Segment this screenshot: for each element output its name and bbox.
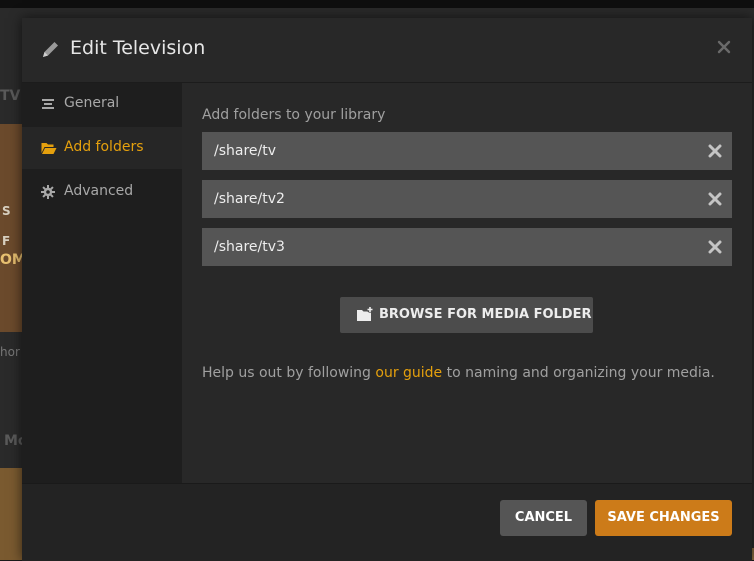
help-text: Help us out by following our guide to na…	[202, 365, 715, 381]
pencil-icon	[43, 42, 58, 57]
folder-open-icon	[41, 143, 57, 154]
folder-path-input[interactable]	[202, 180, 682, 218]
background-label: S	[2, 204, 11, 218]
folder-path-input[interactable]	[202, 132, 682, 170]
remove-folder-icon[interactable]	[708, 192, 722, 206]
background-poster	[0, 468, 22, 560]
background-poster: S F OM	[0, 124, 26, 332]
help-text-after: to naming and organizing your media.	[442, 365, 715, 381]
modal-header: Edit Television	[22, 18, 752, 83]
sidebar-item-general[interactable]: General	[22, 83, 182, 125]
edit-library-modal: Edit Television General Add folders Adva…	[22, 18, 752, 561]
sidebar-item-add-folders[interactable]: Add folders	[22, 127, 182, 169]
background-label: hor	[0, 345, 20, 359]
folders-panel: Add folders to your library /share/tv /s…	[182, 83, 752, 483]
sidebar-item-advanced[interactable]: Advanced	[22, 171, 182, 213]
list-icon	[42, 99, 54, 109]
browse-media-folder-button[interactable]: BROWSE FOR MEDIA FOLDER	[340, 297, 593, 333]
sidebar-item-label: General	[64, 95, 120, 111]
background-label: TV	[0, 88, 21, 104]
browse-button-label: BROWSE FOR MEDIA FOLDER	[379, 307, 592, 322]
modal-title: Edit Television	[70, 37, 206, 59]
background-label: F	[2, 234, 11, 248]
background-top-bar	[0, 0, 754, 8]
gear-icon	[41, 185, 55, 199]
cancel-button[interactable]: CANCEL	[500, 500, 587, 536]
sidebar-item-label: Add folders	[64, 139, 144, 155]
section-label: Add folders to your library	[202, 107, 386, 123]
folder-row	[202, 228, 732, 266]
sidebar-item-label: Advanced	[64, 183, 134, 199]
folder-row	[202, 180, 732, 218]
guide-link[interactable]: our guide	[375, 365, 442, 381]
save-changes-button[interactable]: SAVE CHANGES	[595, 500, 732, 536]
sidebar: General Add folders Advanced	[22, 83, 182, 483]
close-icon[interactable]	[716, 39, 732, 55]
folder-row	[202, 132, 732, 170]
help-text-before: Help us out by following	[202, 365, 376, 381]
add-folder-icon	[357, 306, 374, 321]
folder-path-input[interactable]	[202, 228, 682, 266]
modal-footer: CANCEL SAVE CHANGES	[22, 483, 752, 561]
remove-folder-icon[interactable]	[708, 240, 722, 254]
remove-folder-icon[interactable]	[708, 144, 722, 158]
